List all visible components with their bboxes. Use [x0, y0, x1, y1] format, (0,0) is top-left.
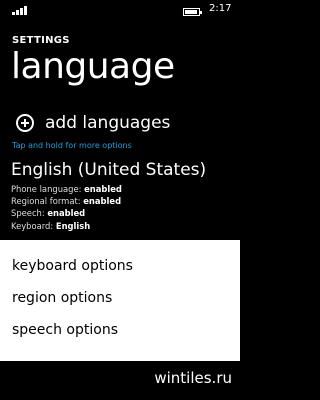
speech-options-item[interactable]: speech options — [0, 314, 240, 346]
speech-row: Speech: enabled — [11, 208, 86, 219]
add-languages-button[interactable]: add languages — [16, 111, 170, 135]
battery-icon — [183, 8, 202, 16]
clock: 2:17 — [209, 3, 232, 14]
signal-strength-icon — [12, 5, 32, 15]
context-menu: keyboard options region options speech o… — [0, 240, 240, 361]
language-details: Phone language: enabled Regional format:… — [11, 183, 122, 232]
watermark: wintiles.ru — [154, 369, 232, 387]
page-title: language — [11, 46, 175, 87]
keyboard-options-item[interactable]: keyboard options — [0, 250, 240, 282]
keyboard-row: Keyboard: English — [11, 220, 91, 231]
region-options-item[interactable]: region options — [0, 282, 240, 314]
phone-language-row: Phone language: enabled — [11, 184, 122, 194]
regional-format-row: Regional format: enabled — [11, 196, 122, 207]
language-name[interactable]: English (United States) — [11, 160, 206, 180]
hint-text: Tap and hold for more options — [12, 141, 132, 150]
add-languages-label: add languages — [45, 113, 171, 133]
status-bar: 2:17 — [0, 0, 240, 20]
plus-circle-icon — [16, 114, 34, 132]
